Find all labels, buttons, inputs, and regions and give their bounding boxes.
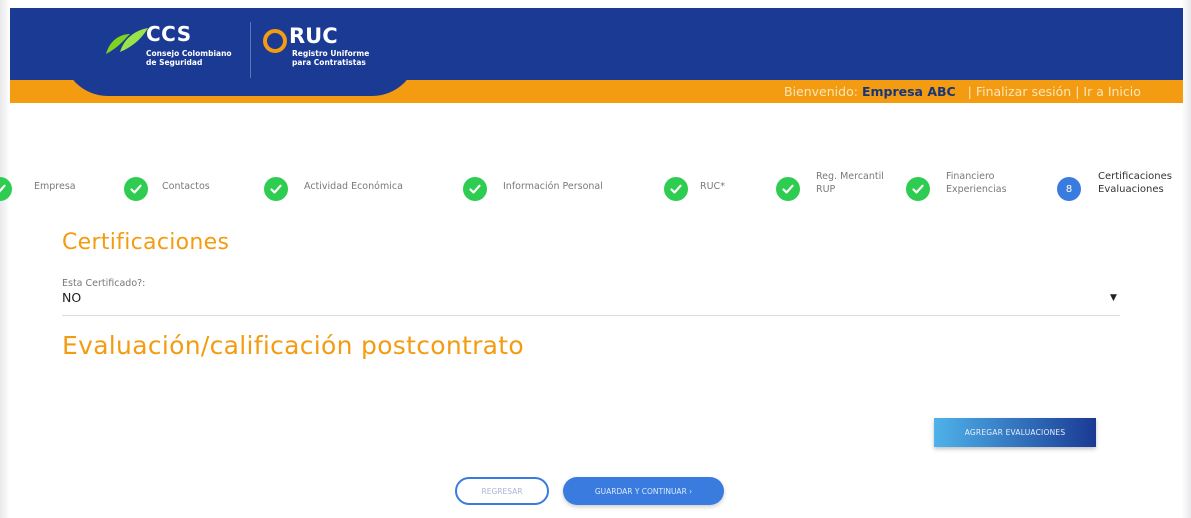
ccs-subtitle-line2: de Seguridad [146, 58, 203, 67]
step-number: 8 [1057, 177, 1081, 201]
ruc-logo-title[interactable]: RUC [289, 24, 338, 48]
certificaciones-title: Certificaciones [62, 230, 230, 255]
separator: | [967, 84, 972, 99]
step-label: Información Personal [503, 181, 603, 192]
step-label: RUC* [700, 181, 725, 192]
select-underline [62, 315, 1120, 316]
ruc-subtitle-line1: Registro Uniforme [292, 49, 370, 58]
caret-down-icon[interactable]: ▼ [1110, 293, 1117, 303]
check-icon [124, 177, 148, 201]
check-icon [264, 177, 288, 201]
ccs-subtitle-line1: Consejo Colombiano [146, 49, 232, 58]
ccs-leaf-icon [106, 28, 148, 54]
left-edge-shade [0, 0, 10, 518]
progress-stepper: Empresa Contactos Actividad Económica In… [0, 160, 1191, 210]
home-link[interactable]: Ir a Inicio [1083, 84, 1141, 99]
user-bar: Bienvenido: Empresa ABC | Finalizar sesi… [784, 84, 1141, 99]
ccs-logo-title[interactable]: CCS [146, 22, 192, 46]
check-icon [906, 177, 930, 201]
check-icon [0, 177, 12, 201]
ruc-subtitle-line2: para Contratistas [292, 58, 366, 67]
step-label-line2: Experiencias [946, 184, 1007, 195]
step-label-line2: RUP [816, 184, 836, 195]
back-button[interactable]: REGRESAR [455, 477, 549, 505]
check-icon [463, 177, 487, 201]
step-label-line2: Evaluaciones [1098, 184, 1164, 195]
check-icon [664, 177, 688, 201]
evaluacion-title: Evaluación/calificación postcontrato [62, 331, 524, 360]
welcome-label: Bienvenido: [784, 84, 858, 99]
step-label-line1: Certificaciones [1098, 171, 1172, 182]
step-label-line1: Reg. Mercantil [816, 171, 884, 182]
step-label: Actividad Económica [304, 181, 403, 192]
certificado-label: Esta Certificado?: [62, 278, 146, 289]
step-label: Financiero Experiencias [946, 170, 1007, 196]
step-label: Empresa [34, 181, 76, 192]
logo-divider [250, 22, 251, 78]
save-continue-button[interactable]: GUARDAR Y CONTINUAR › [563, 477, 724, 505]
step-label-line1: Financiero [946, 171, 995, 182]
certificado-select[interactable]: NO [62, 290, 81, 305]
step-label: Reg. Mercantil RUP [816, 170, 884, 196]
ruc-logo-subtitle: Registro Uniforme para Contratistas [292, 49, 402, 67]
ruc-ring-icon [263, 29, 287, 53]
company-name: Empresa ABC [861, 84, 956, 99]
separator: | [1075, 84, 1080, 99]
logout-link[interactable]: Finalizar sesión [976, 84, 1071, 99]
check-icon [776, 177, 800, 201]
step-label: Certificaciones Evaluaciones [1098, 170, 1172, 196]
step-label: Contactos [162, 181, 210, 192]
page: CCS Consejo Colombiano de Seguridad RUC … [0, 0, 1191, 518]
ccs-logo-subtitle: Consejo Colombiano de Seguridad [146, 49, 256, 67]
add-evaluations-button[interactable]: AGREGAR EVALUACIONES [934, 418, 1096, 447]
